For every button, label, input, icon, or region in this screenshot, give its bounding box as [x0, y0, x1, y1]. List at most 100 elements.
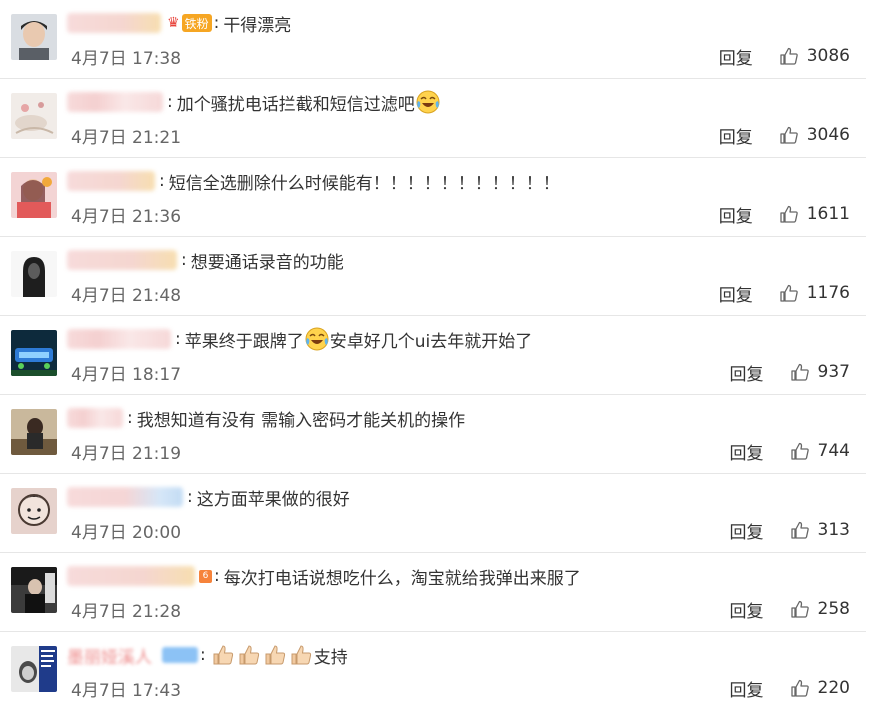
username-blurred[interactable] [67, 408, 123, 428]
like-count: 220 [817, 678, 850, 698]
thumbs-up-outline-icon [790, 442, 809, 460]
comment-item: : 苹果终于跟牌了 安卓好几个ui去年就开始了 4月7日 18:17 回复 93… [0, 316, 866, 395]
like-button[interactable]: 1176 [779, 283, 850, 303]
avatar[interactable] [11, 646, 57, 692]
reply-button[interactable]: 回复 [719, 44, 753, 69]
like-button[interactable]: 937 [790, 362, 850, 382]
comment-item: 6 : 每次打电话说想吃什么，淘宝就给我弹出来服了 4月7日 21:28 回复 … [0, 553, 866, 632]
colon: : [167, 92, 173, 112]
like-count: 1176 [806, 283, 850, 303]
avatar[interactable] [11, 567, 57, 613]
comment-item: : 我想知道有没有 需输入密码才能关机的操作 4月7日 21:19 回复 744 [0, 395, 866, 474]
laughing-tears-emoji-icon [416, 90, 440, 114]
comment-time: 4月7日 17:43 [71, 680, 182, 701]
comment-time: 4月7日 21:19 [71, 443, 182, 464]
reply-button[interactable]: 回复 [719, 202, 753, 227]
colon: : [200, 645, 206, 665]
username-blurred[interactable] [67, 171, 155, 191]
comment-text: 想要通话录音的功能 [190, 252, 344, 273]
colon: : [159, 171, 165, 191]
avatar[interactable] [11, 172, 57, 218]
like-button[interactable]: 258 [790, 599, 850, 619]
comment-time: 4月7日 17:38 [71, 48, 182, 69]
avatar[interactable] [11, 330, 57, 376]
crown-icon: ♛ [167, 15, 180, 31]
username-blurred[interactable] [67, 329, 171, 349]
like-count: 3086 [806, 46, 850, 66]
thumbs-up-outline-icon [790, 600, 809, 618]
comment-text: 短信全选删除什么时候能有！！！！！！！！！！！ [168, 173, 560, 194]
thumbs-up-outline-icon [790, 363, 809, 381]
comment-text: 这方面苹果做的很好 [196, 489, 350, 510]
username-blurred[interactable] [67, 487, 183, 507]
like-count: 3046 [806, 125, 850, 145]
thumbs-up-outline-icon [780, 284, 798, 302]
like-button[interactable]: 220 [790, 678, 850, 698]
fan-badge: 铁粉 [181, 14, 212, 32]
thumbs-up-outline-icon [790, 679, 809, 697]
comment-text: 加个骚扰电话拦截和短信过滤吧 [176, 94, 415, 115]
comment-item: : 短信全选删除什么时候能有！！！！！！！！！！！ 4月7日 21:36 回复 … [0, 158, 866, 237]
laughing-tears-emoji-icon [305, 327, 329, 351]
comment-text: 支持 [313, 647, 348, 668]
colon: : [187, 487, 193, 507]
like-count: 937 [817, 362, 850, 382]
colon: : [181, 250, 187, 270]
like-count: 313 [817, 520, 850, 540]
reply-button[interactable]: 回复 [730, 360, 764, 385]
level-badge-icon: 6 [199, 569, 212, 583]
reply-button[interactable]: 回复 [719, 123, 753, 148]
colon: : [127, 408, 133, 428]
avatar[interactable] [11, 488, 57, 534]
thumbs-up-hand-emoji-icon [289, 643, 313, 667]
username-blurred[interactable] [67, 13, 161, 33]
like-button[interactable]: 313 [790, 520, 850, 540]
like-button[interactable]: 744 [790, 441, 850, 461]
reply-button[interactable]: 回复 [730, 439, 764, 464]
avatar[interactable] [11, 409, 57, 455]
thumbs-up-outline-icon [780, 47, 798, 65]
colon: : [175, 329, 181, 349]
comment-time: 4月7日 21:21 [71, 127, 182, 148]
like-count: 1611 [806, 204, 850, 224]
reply-button[interactable]: 回复 [730, 597, 764, 622]
comment-text: 每次打电话说想吃什么，淘宝就给我弹出来服了 [223, 568, 581, 589]
thumbs-up-outline-icon [790, 521, 809, 539]
like-count: 744 [817, 441, 850, 461]
username-blurred[interactable] [67, 566, 195, 586]
like-button[interactable]: 1611 [779, 204, 850, 224]
thumbs-up-hand-emoji-icon [237, 643, 261, 667]
reply-button[interactable]: 回复 [730, 518, 764, 543]
comment-text: 安卓好几个ui去年就开始了 [329, 331, 533, 352]
avatar[interactable] [11, 93, 57, 139]
comment-text: 苹果终于跟牌了 [184, 331, 304, 352]
username[interactable]: 墨丽娅溪人 [67, 643, 152, 668]
comment-time: 4月7日 18:17 [71, 364, 182, 385]
thumbs-up-hand-emoji-icon [263, 643, 287, 667]
member-badge [162, 647, 198, 663]
username-blurred[interactable] [67, 250, 177, 270]
comment-item: : 想要通话录音的功能 4月7日 21:48 回复 1176 [0, 237, 866, 316]
comment-item: 墨丽娅溪人 : 支持 4月7日 17:43 回复 220 [0, 632, 866, 711]
thumbs-up-outline-icon [780, 126, 798, 144]
comment-time: 4月7日 20:00 [71, 522, 182, 543]
colon: : [214, 566, 220, 586]
avatar[interactable] [11, 14, 57, 60]
reply-button[interactable]: 回复 [719, 281, 753, 306]
comment-item: : 加个骚扰电话拦截和短信过滤吧 4月7日 21:21 回复 3046 [0, 79, 866, 158]
thumbs-up-hand-emoji-icon [211, 643, 235, 667]
comment-time: 4月7日 21:48 [71, 285, 182, 306]
like-button[interactable]: 3046 [779, 125, 850, 145]
like-count: 258 [817, 599, 850, 619]
comment-item: ♛ 铁粉 : 干得漂亮 4月7日 17:38 回复 3086 [0, 0, 866, 79]
comment-text: 干得漂亮 [223, 15, 292, 36]
username-blurred[interactable] [67, 92, 163, 112]
like-button[interactable]: 3086 [779, 46, 850, 66]
comment-time: 4月7日 21:28 [71, 601, 182, 622]
thumbs-up-outline-icon [780, 205, 798, 223]
comment-item: : 这方面苹果做的很好 4月7日 20:00 回复 313 [0, 474, 866, 553]
reply-button[interactable]: 回复 [730, 676, 764, 701]
comment-text: 我想知道有没有 需输入密码才能关机的操作 [136, 410, 466, 431]
comment-time: 4月7日 21:36 [71, 206, 182, 227]
avatar[interactable] [11, 251, 57, 297]
